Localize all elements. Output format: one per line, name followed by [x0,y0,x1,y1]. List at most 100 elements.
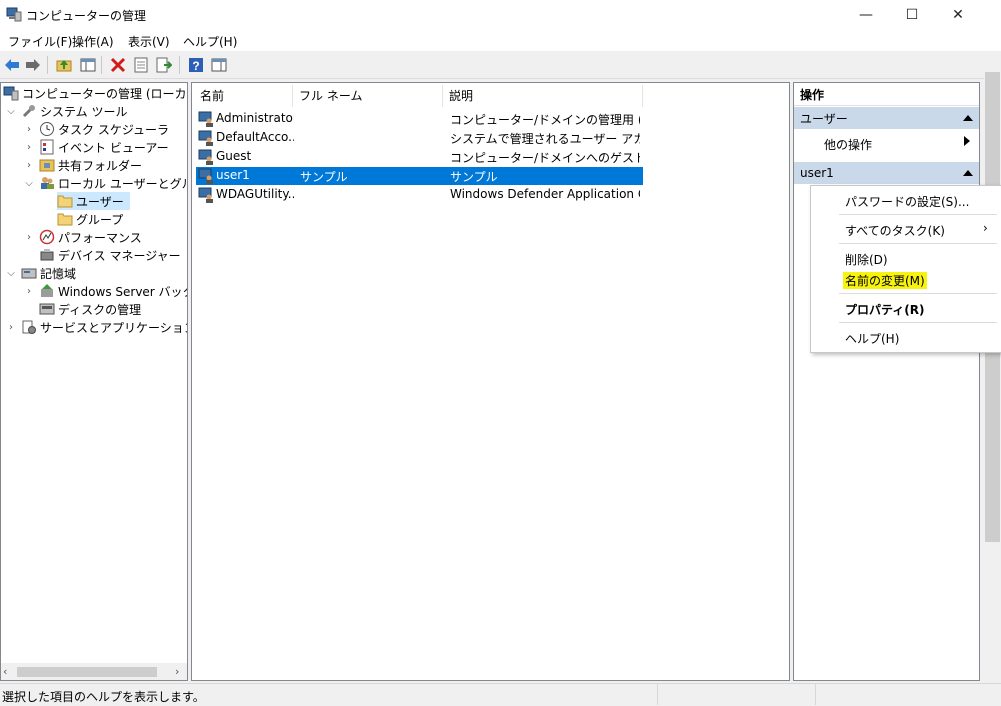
shared-folder-icon [39,157,55,173]
chevron-down-icon[interactable]: ⌵ [23,178,35,189]
tree-item-services-apps[interactable]: › サービスとアプリケーション [5,318,188,336]
cell-description: コンピューター/ドメインへのゲスト アクセ... [450,151,640,165]
section-label: ユーザー [800,111,848,126]
tree-label: ローカル ユーザーとグループ [58,176,187,191]
tree-label: デバイス マネージャー [58,248,181,263]
toolbar-separator [179,56,180,74]
tree-item-disk-management[interactable]: ディスクの管理 [39,300,141,318]
tree-item-device-manager[interactable]: デバイス マネージャー [39,246,181,264]
toolbar: ? [0,52,1001,79]
show-hide-tree-icon[interactable] [79,56,97,74]
table-row[interactable]: user1 サンプル サンプル [196,167,643,185]
tree-item-computer-management[interactable]: コンピューターの管理 (ローカル) [3,84,187,102]
tree-item-event-viewer[interactable]: › イベント ビューアー [23,138,169,156]
tools-icon [21,103,37,119]
column-divider[interactable] [442,85,443,107]
cell-name: Administrator [216,111,294,125]
export-list-icon[interactable] [155,56,173,74]
tree-item-users[interactable]: ユーザー [57,192,130,210]
tree-item-performance[interactable]: › パフォーマンス [23,228,142,246]
column-header-description[interactable]: 説明 [449,87,473,107]
column-divider[interactable] [292,85,293,107]
folder-icon [57,211,73,227]
menu-help[interactable]: ヘルプ(H) [183,33,237,50]
tree-item-windows-server-backup[interactable]: › Windows Server バックア [23,282,187,300]
menu-action[interactable]: 操作(A) [72,33,114,50]
other-actions-item[interactable]: 他の操作 [824,136,872,153]
actions-section-user1[interactable]: user1 [794,162,979,184]
tree-label: ディスクの管理 [58,302,142,317]
ctx-rename[interactable]: 名前の変更(M) [843,272,927,289]
cell-name: DefaultAcco... [216,130,294,144]
table-row[interactable]: WDAGUtility... Windows Defender Applicati… [196,186,643,204]
title-bar: コンピューターの管理 — ☐ ✕ [0,0,1001,30]
show-hide-action-pane-icon[interactable] [210,56,228,74]
chevron-right-icon[interactable]: › [23,286,35,297]
chevron-right-icon[interactable]: › [23,124,35,135]
table-row[interactable]: Guest コンピューター/ドメインへのゲスト アクセ... [196,148,643,166]
properties-icon[interactable] [132,56,150,74]
cell-name: WDAGUtility... [216,187,294,201]
chevron-down-icon[interactable]: ⌵ [5,106,17,117]
chevron-right-icon[interactable]: › [23,142,35,153]
scroll-thumb[interactable] [17,667,157,677]
users-group-icon [39,175,55,191]
user-icon [198,130,214,146]
vertical-scrollbar[interactable] [984,52,1001,682]
table-row[interactable]: DefaultAcco... システムで管理されるユーザー アカウン... [196,129,643,147]
forward-arrow-icon[interactable] [24,56,42,74]
collapse-up-icon[interactable] [963,115,973,121]
disk-management-icon [39,301,55,317]
tree-item-system-tools[interactable]: ⌵ システム ツール [5,102,127,120]
performance-icon [39,229,55,245]
help-icon[interactable]: ? [187,56,205,74]
menu-file[interactable]: ファイル(F) [8,33,72,50]
menu-bar: ファイル(F) 操作(A) 表示(V) ヘルプ(H) [0,30,1001,51]
cell-name: user1 [216,168,250,182]
tree-label: イベント ビューアー [58,140,169,155]
section-label: user1 [800,166,834,180]
back-arrow-icon[interactable] [3,56,21,74]
submenu-arrow-icon [964,136,970,146]
cell-description: サンプル [450,170,498,184]
console-tree: コンピューターの管理 (ローカル) ⌵ システム ツール › タスク スケジュー… [0,82,188,681]
computer-management-icon [6,6,22,22]
cell-description: コンピューター/ドメインの管理用 (ビルト... [450,113,640,127]
delete-icon[interactable] [109,56,127,74]
ctx-set-password[interactable]: パスワードの設定(S)... [845,193,969,210]
ctx-all-tasks[interactable]: すべてのタスク(K) [845,222,945,239]
menu-view[interactable]: 表示(V) [128,33,170,50]
tree-item-shared-folders[interactable]: › 共有フォルダー [23,156,142,174]
tree-item-storage[interactable]: ⌵ 記憶域 [5,264,76,282]
actions-pane: 操作 ユーザー 他の操作 user1 [793,82,980,681]
ctx-help[interactable]: ヘルプ(H) [845,330,899,347]
menu-separator [839,293,997,294]
tree-horizontal-scrollbar[interactable]: ‹ › [1,663,187,680]
tree-label: サービスとアプリケーション [40,320,188,335]
clock-icon [39,121,55,137]
minimize-button[interactable]: — [843,0,889,30]
maximize-button[interactable]: ☐ [889,0,935,30]
column-header-name[interactable]: 名前 [200,87,224,107]
column-header-full-name[interactable]: フル ネーム [299,87,362,107]
scroll-left-icon[interactable]: ‹ [3,665,7,678]
up-folder-icon[interactable] [55,56,73,74]
ctx-properties[interactable]: プロパティ(R) [845,301,925,318]
column-divider[interactable] [642,85,643,107]
collapse-up-icon[interactable] [963,170,973,176]
actions-section-users[interactable]: ユーザー [794,107,979,129]
chevron-right-icon[interactable]: › [5,322,17,333]
tree-item-groups[interactable]: グループ [57,210,123,228]
ctx-delete[interactable]: 削除(D) [845,251,888,268]
menu-separator [839,243,997,244]
close-button[interactable]: ✕ [935,0,981,30]
chevron-right-icon[interactable]: › [23,232,35,243]
table-row[interactable]: Administrator コンピューター/ドメインの管理用 (ビルト... [196,110,643,128]
chevron-down-icon[interactable]: ⌵ [5,268,17,279]
scroll-right-icon[interactable]: › [175,665,179,678]
status-divider [815,683,816,705]
chevron-right-icon[interactable]: › [23,160,35,171]
user-icon [198,187,214,203]
tree-item-task-scheduler[interactable]: › タスク スケジューラ [23,120,169,138]
tree-item-local-users-groups[interactable]: ⌵ ローカル ユーザーとグループ [23,174,187,192]
